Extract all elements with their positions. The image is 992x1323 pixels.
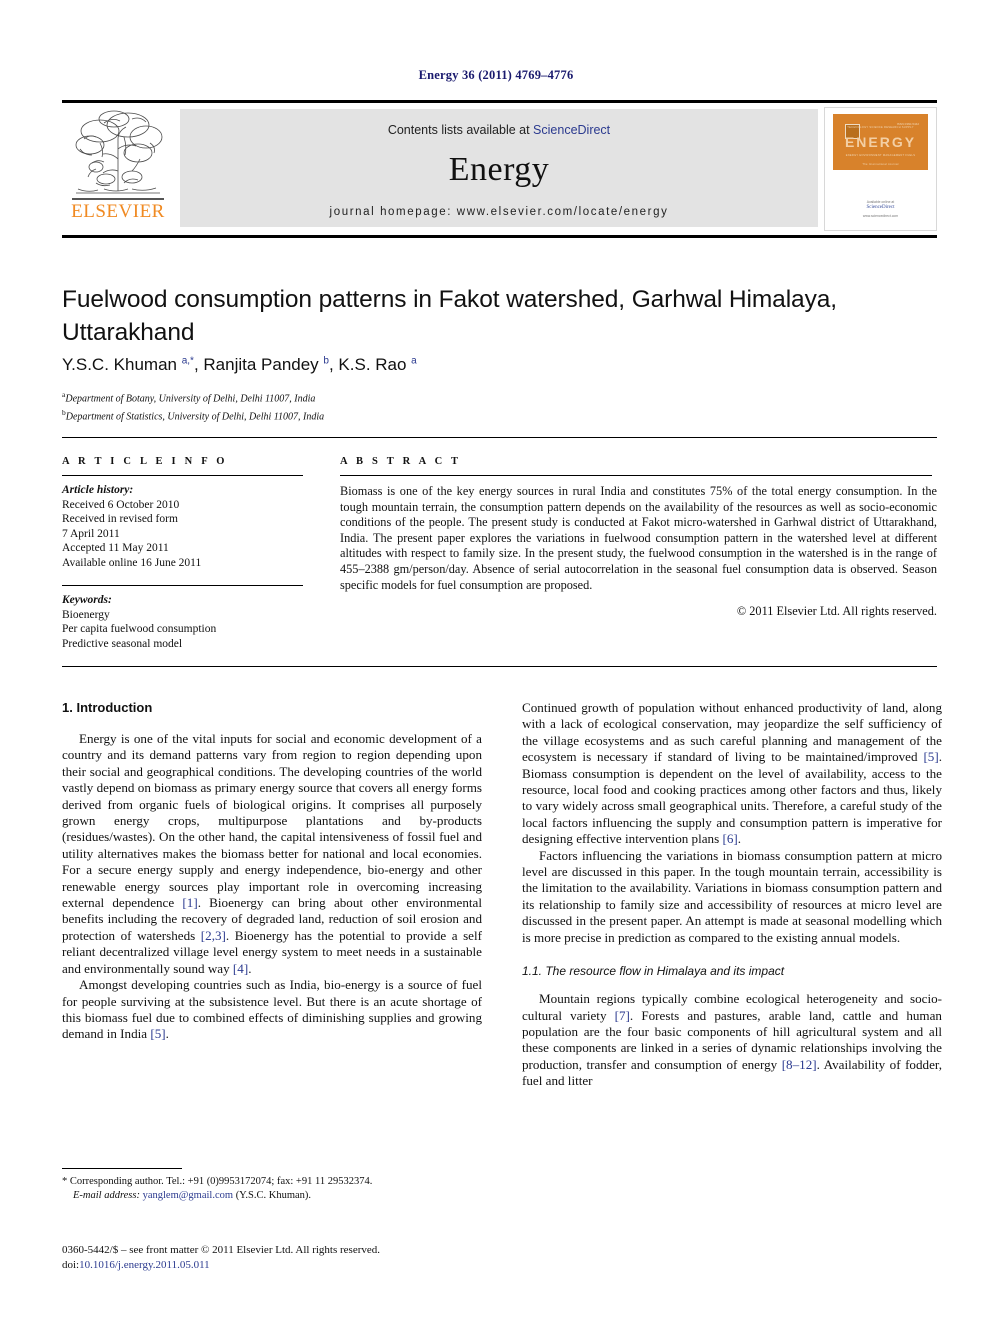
body-column-right: Continued growth of population without e… bbox=[522, 700, 942, 1090]
info-abstract-band: A R T I C L E I N F O Article history: R… bbox=[62, 437, 937, 667]
cover-orange-band: ISSN 0360-5442 TECHNOLOGY SCIENCE RESEAR… bbox=[833, 114, 928, 170]
body-paragraph: Mountain regions typically combine ecolo… bbox=[522, 991, 942, 1089]
abstract-rule bbox=[340, 475, 932, 476]
abstract-copyright: © 2011 Elsevier Ltd. All rights reserved… bbox=[736, 604, 937, 619]
cover-tagline: The International Journal bbox=[862, 163, 899, 166]
keyword-item: Bioenergy bbox=[62, 608, 110, 621]
email-note: E-mail address: yanglem@gmail.com (Y.S.C… bbox=[62, 1189, 482, 1203]
article-history-label: Article history: bbox=[62, 484, 134, 496]
doi-label: doi: bbox=[62, 1258, 80, 1271]
subsection-heading-resource-flow: 1.1. The resource flow in Himalaya and i… bbox=[522, 964, 785, 979]
keyword-item: Per capita fuelwood consumption bbox=[62, 623, 217, 635]
elsevier-tree-logo-icon bbox=[75, 110, 163, 194]
cover-url: www.sciencedirect.com bbox=[862, 214, 899, 218]
article-info-heading: A R T I C L E I N F O bbox=[62, 456, 228, 467]
keyword-item: Predictive seasonal model bbox=[62, 637, 183, 650]
body-paragraph: Continued growth of population without e… bbox=[522, 700, 942, 847]
journal-banner: Contents lists available at ScienceDirec… bbox=[180, 109, 818, 227]
elsevier-logo-rule bbox=[72, 198, 164, 200]
contents-list-line: Contents lists available at ScienceDirec… bbox=[180, 123, 818, 137]
doi-link[interactable]: 10.1016/j.energy.2011.05.011 bbox=[79, 1259, 210, 1271]
running-head: Energy 36 (2011) 4769–4776 bbox=[418, 68, 574, 82]
elsevier-logo: ELSEVIER bbox=[66, 109, 170, 229]
affiliation-text-b: Department of Statistics, University of … bbox=[65, 411, 325, 423]
history-item: Available online 16 June 2011 bbox=[62, 556, 202, 569]
imprint-doi-line: doi:10.1016/j.energy.2011.05.011 bbox=[62, 1258, 582, 1273]
affiliation-a: aDepartment of Botany, University of Del… bbox=[62, 388, 942, 406]
body-paragraph: Energy is one of the vital inputs for so… bbox=[62, 731, 482, 976]
affiliation-b: bDepartment of Statistics, University of… bbox=[62, 406, 942, 424]
affiliation-text-a: Department of Botany, University of Delh… bbox=[65, 393, 316, 405]
email-owner: (Y.S.C. Khuman). bbox=[235, 1189, 312, 1201]
abstract-heading: A B S T R A C T bbox=[340, 456, 462, 467]
corresponding-author-note: * Corresponding author. Tel.: +91 (0)995… bbox=[62, 1176, 373, 1187]
authors-text: Y.S.C. Khuman a,*, Ranjita Pandey b, K.S… bbox=[62, 355, 417, 374]
journal-homepage-link[interactable]: journal homepage: www.elsevier.com/locat… bbox=[180, 206, 818, 218]
journal-cover-thumbnail: ISSN 0360-5442 TECHNOLOGY SCIENCE RESEAR… bbox=[824, 107, 937, 231]
footnote-block: * Corresponding author. Tel.: +91 (0)995… bbox=[62, 1168, 482, 1202]
cover-sciencedirect-logo: ScienceDirect bbox=[866, 205, 895, 210]
journal-masthead: ELSEVIER Contents lists available at Sci… bbox=[62, 100, 937, 238]
keywords-block: Keywords: Bioenergy Per capita fuelwood … bbox=[62, 585, 312, 651]
article-info-column: A R T I C L E I N F O Article history: R… bbox=[62, 456, 312, 651]
imprint-front-matter: 0360-5442/$ – see front matter © 2011 El… bbox=[62, 1244, 381, 1256]
body-paragraph: Factors influencing the variations in bi… bbox=[522, 847, 942, 945]
cover-available-at: Available online at bbox=[866, 200, 895, 204]
email-address-link[interactable]: yanglem@gmail.com bbox=[143, 1190, 233, 1201]
journal-title: Energy bbox=[448, 151, 550, 188]
history-item: Received 6 October 2010 bbox=[62, 498, 180, 511]
author-list: Y.S.C. Khuman a,*, Ranjita Pandey b, K.S… bbox=[62, 355, 942, 375]
article-history: Article history: Received 6 October 2010… bbox=[62, 483, 312, 570]
sciencedirect-link[interactable]: ScienceDirect bbox=[533, 123, 610, 137]
paper-page: Energy 36 (2011) 4769–4776 ELSEVIER Cont… bbox=[0, 0, 992, 1323]
article-info-rule bbox=[62, 475, 303, 476]
paper-title: Fuelwood consumption patterns in Fakot w… bbox=[62, 286, 837, 346]
section-heading-introduction: 1. Introduction bbox=[62, 700, 153, 715]
cover-topic-row-2: ENERGY ENVIRONMENT MANAGEMENT FUELS bbox=[845, 154, 916, 157]
imprint-block: 0360-5442/$ – see front matter © 2011 El… bbox=[62, 1243, 582, 1272]
body-paragraph: Amongst developing countries such as Ind… bbox=[62, 977, 482, 1042]
footnote-rule bbox=[62, 1168, 182, 1169]
history-item: Accepted 11 May 2011 bbox=[62, 542, 169, 554]
history-item: 7 April 2011 bbox=[62, 527, 120, 540]
elsevier-wordmark: ELSEVIER bbox=[71, 201, 165, 222]
abstract-text: Biomass is one of the key energy sources… bbox=[340, 484, 937, 592]
cover-title: ENERGY bbox=[844, 134, 917, 150]
keywords-label: Keywords: bbox=[62, 594, 112, 606]
cover-topic-row-1: TECHNOLOGY SCIENCE RESEARCH SUPPLY bbox=[847, 126, 914, 129]
abstract-column: A B S T R A C T Biomass is one of the ke… bbox=[340, 456, 937, 619]
body-column-left: 1. Introduction Energy is one of the vit… bbox=[62, 700, 482, 1043]
email-label: E-mail address: bbox=[73, 1189, 140, 1201]
keywords-rule bbox=[62, 585, 303, 586]
history-item: Received in revised form bbox=[62, 513, 178, 525]
contents-prefix: Contents lists available at bbox=[387, 123, 534, 137]
affiliation-list: aDepartment of Botany, University of Del… bbox=[62, 388, 942, 424]
